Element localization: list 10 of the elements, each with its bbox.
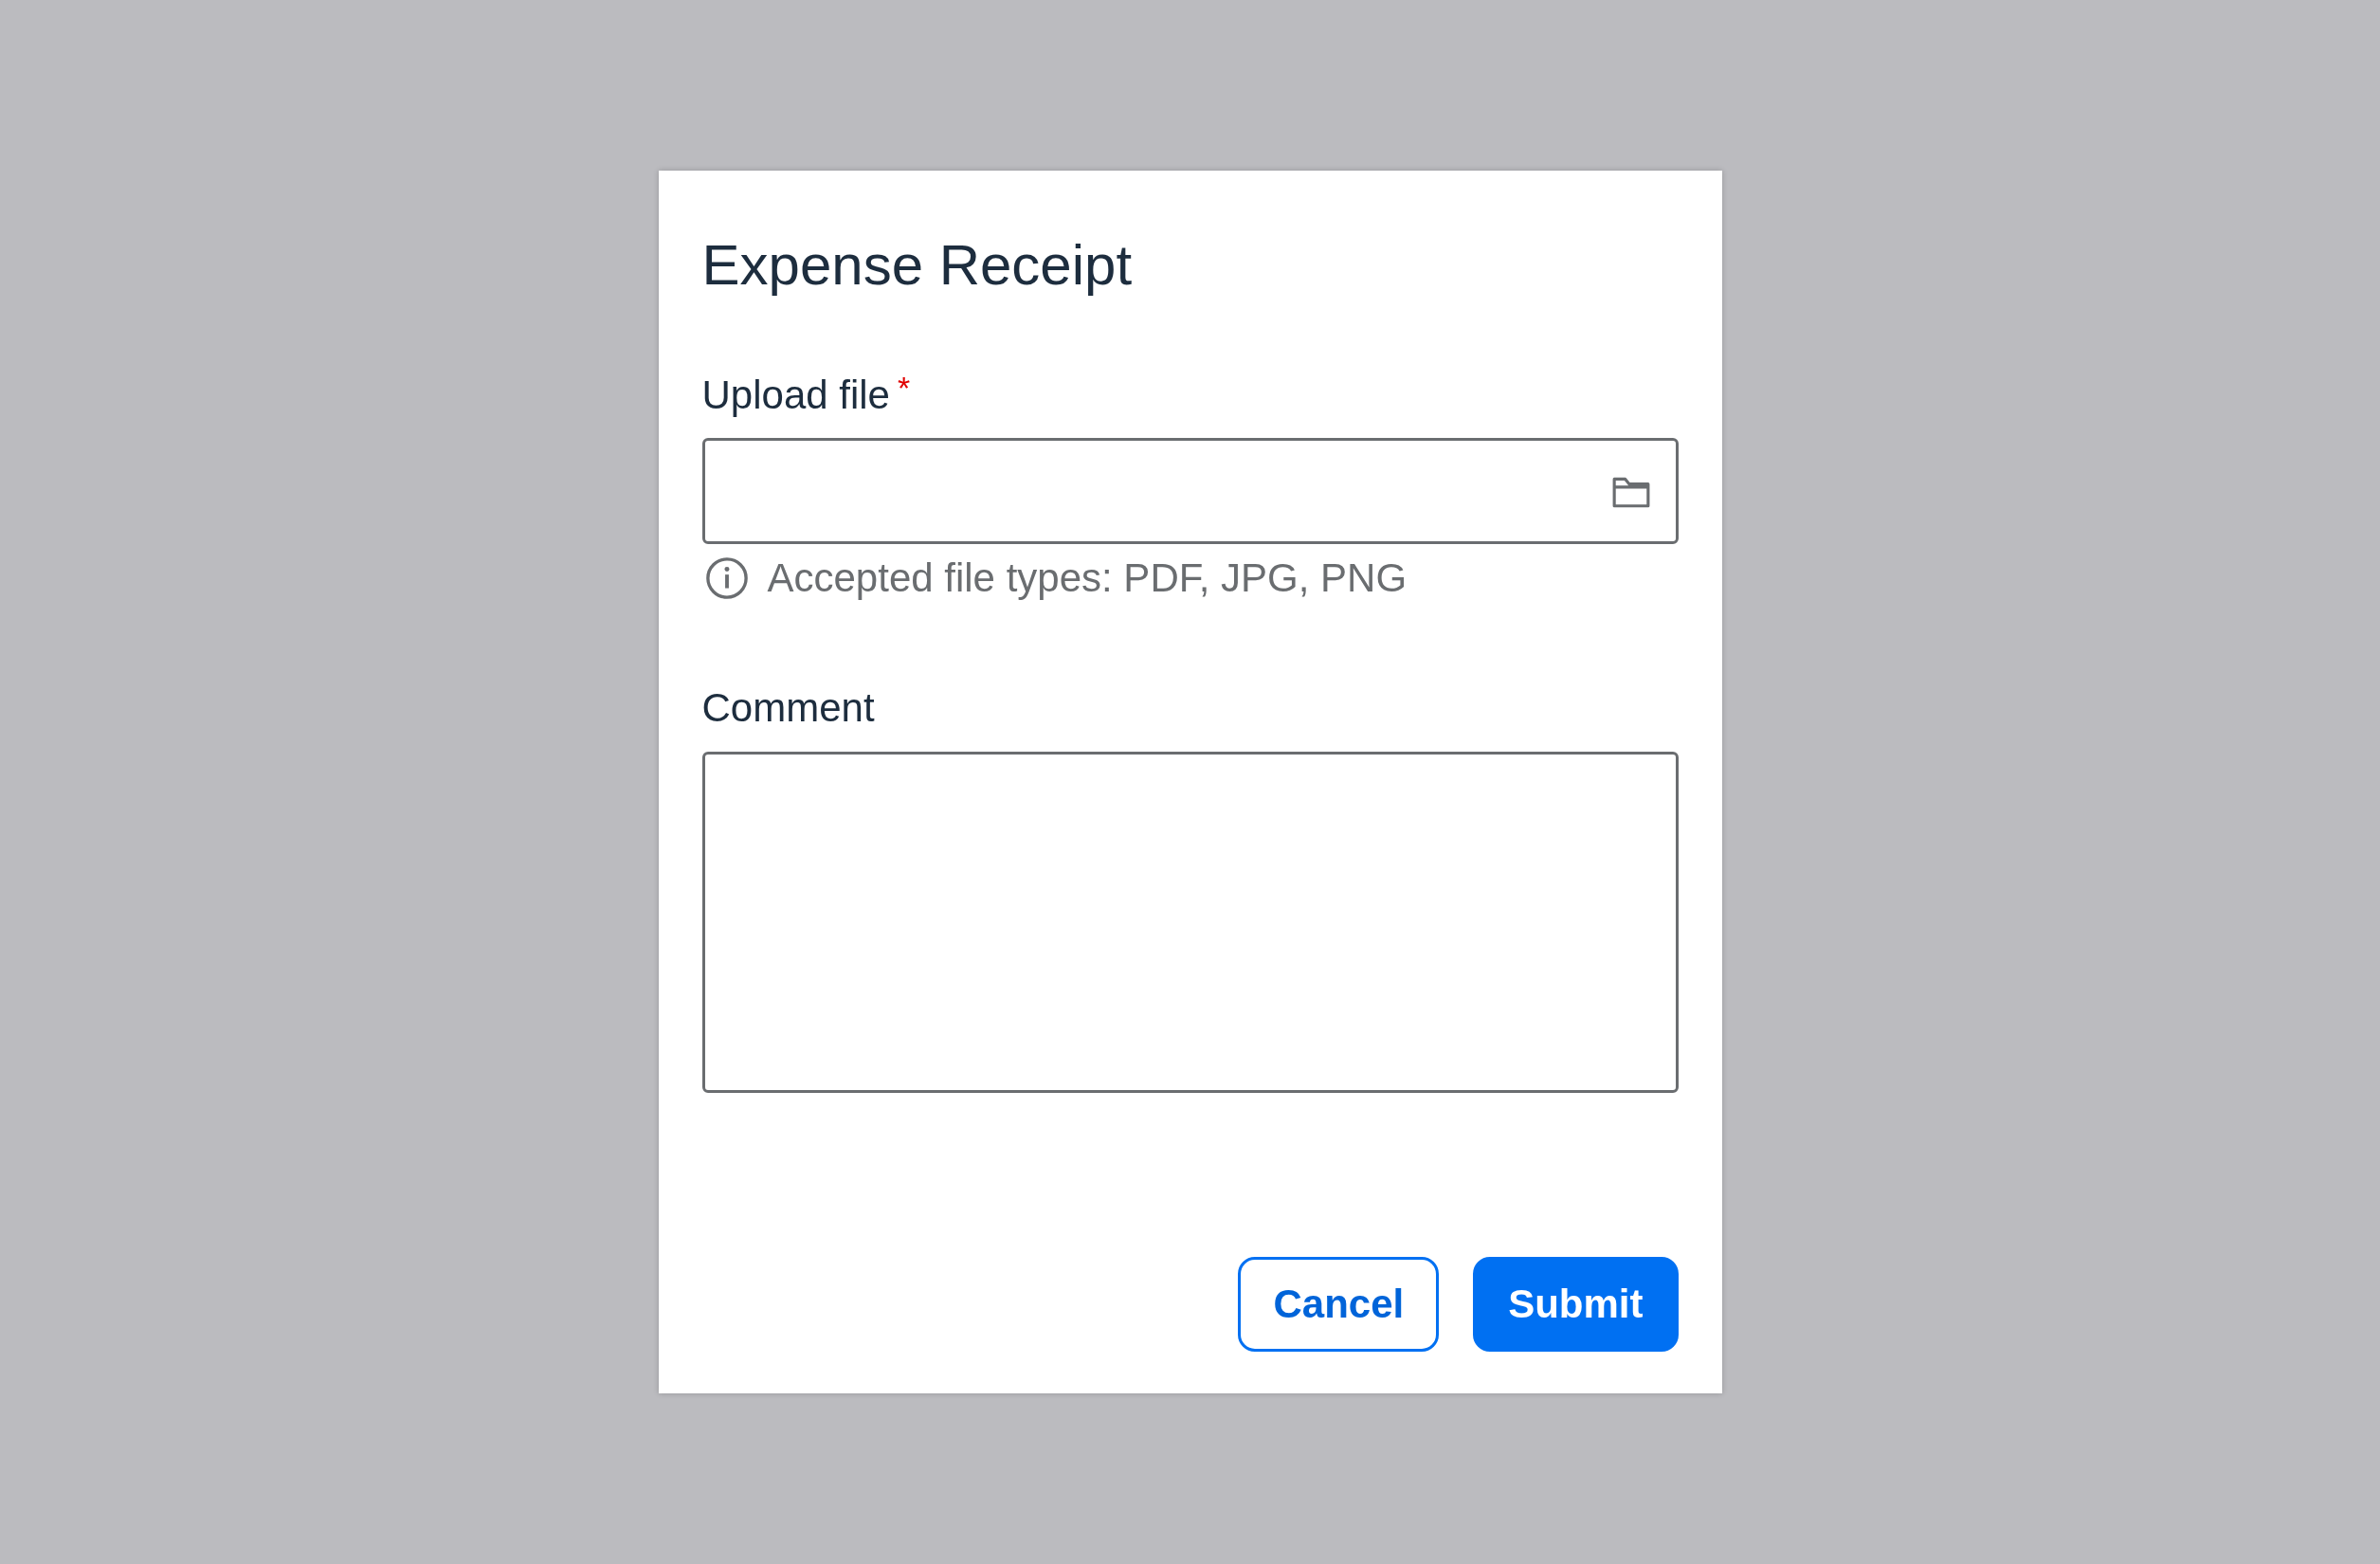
field-label: Upload file [701, 372, 890, 419]
comment-textarea[interactable] [701, 751, 1679, 1093]
help-text: Accepted file types: PDF, JPG, PNG [767, 555, 1408, 602]
required-mark: * [897, 372, 911, 404]
info-icon [704, 556, 749, 601]
cancel-button[interactable]: Cancel [1238, 1257, 1440, 1352]
dialog-title: Expense Receipt [701, 232, 1134, 299]
field-label: Comment [701, 684, 875, 733]
file-input-field[interactable] [701, 438, 1679, 545]
submit-button[interactable]: Submit [1473, 1257, 1679, 1352]
